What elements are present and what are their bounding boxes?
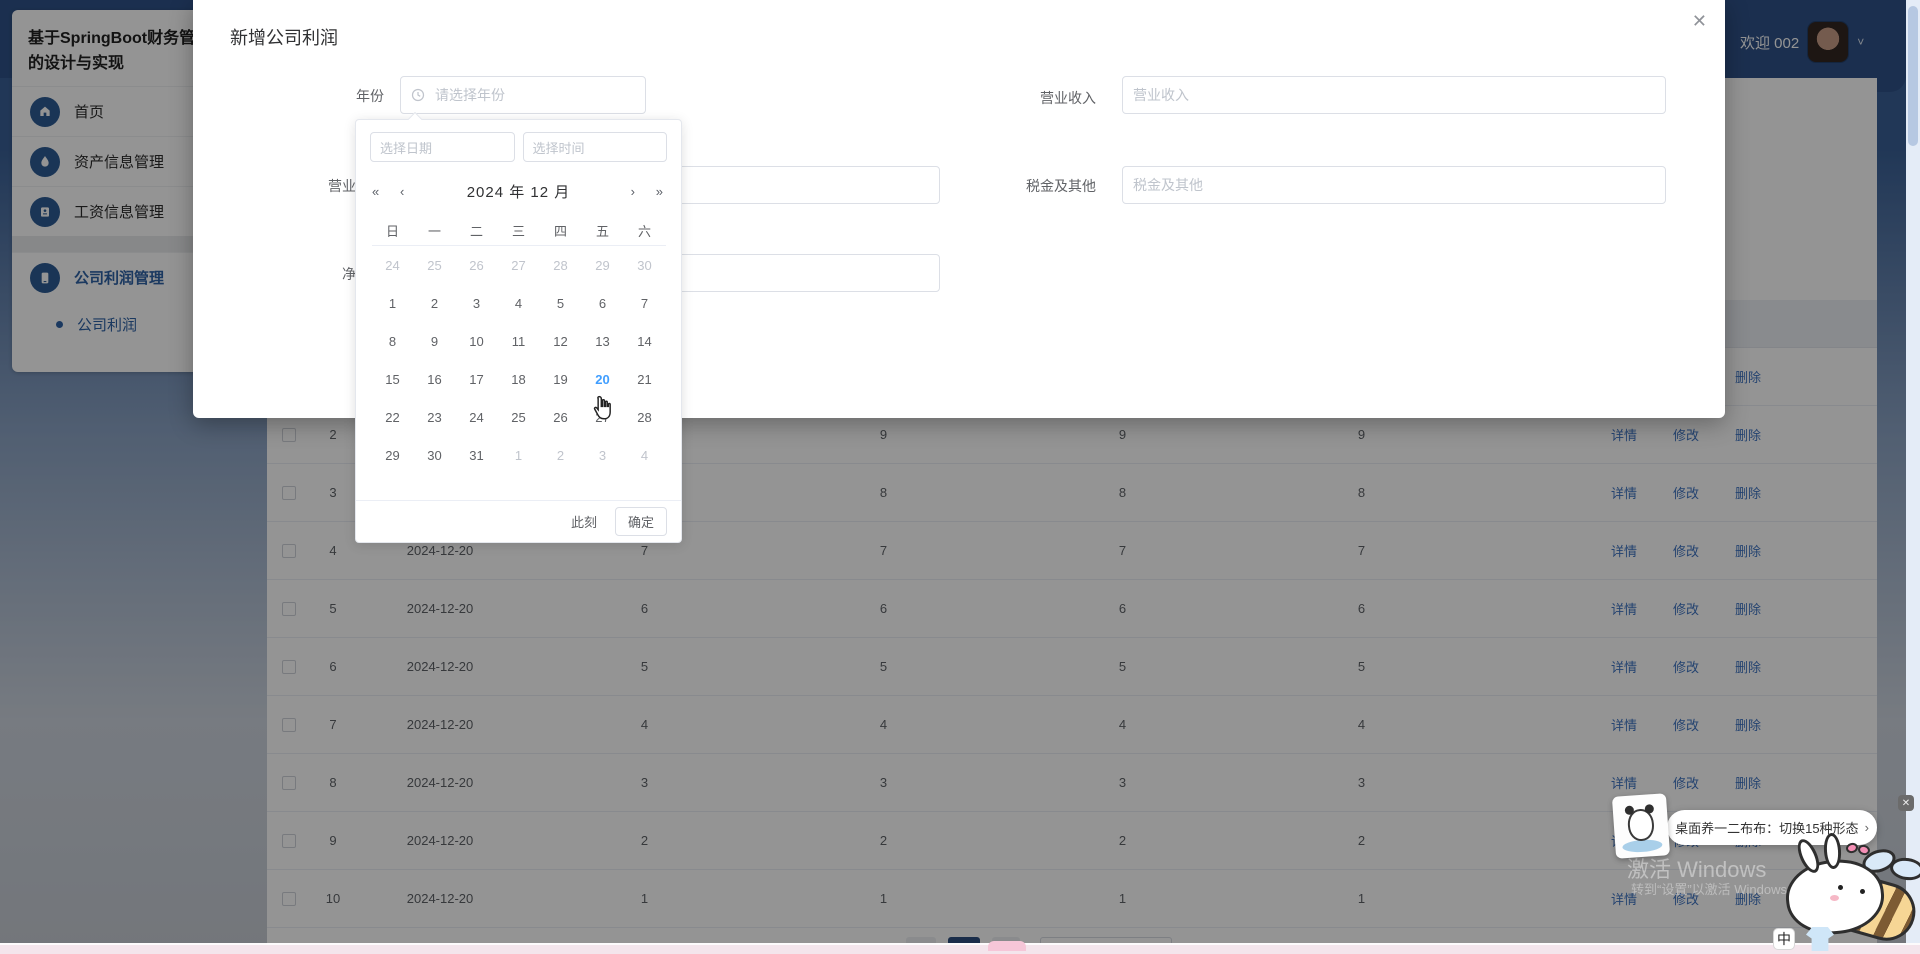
calendar-day[interactable]: 26	[456, 246, 498, 284]
year-input[interactable]: 请选择年份	[400, 76, 646, 114]
prev-month-button[interactable]: ‹	[400, 172, 404, 210]
calendar-day[interactable]: 6	[582, 284, 624, 322]
calendar-day[interactable]: 23	[414, 398, 456, 436]
calendar-day[interactable]: 2	[414, 284, 456, 322]
weekday-label: 四	[539, 216, 582, 246]
calendar-day[interactable]: 14	[624, 322, 666, 360]
next-year-button[interactable]: »	[656, 172, 663, 210]
picker-date-placeholder: 选择日期	[380, 140, 433, 156]
dialog-title: 新增公司利润	[230, 28, 338, 48]
calendar-day[interactable]: 13	[582, 322, 624, 360]
weekday-label: 六	[623, 216, 666, 246]
month-year-label[interactable]: 2024 年 12 月	[467, 181, 571, 202]
calendar-day[interactable]: 31	[456, 436, 498, 474]
weekday-label: 日	[371, 216, 414, 246]
calendar-day[interactable]: 16	[414, 360, 456, 398]
calendar-day[interactable]: 24	[456, 398, 498, 436]
calendar-day[interactable]: 22	[372, 398, 414, 436]
calendar-day[interactable]: 12	[540, 322, 582, 360]
picker-time-placeholder: 选择时间	[532, 140, 585, 156]
mouse-cursor	[593, 395, 611, 420]
weekday-label: 三	[497, 216, 540, 246]
calendar-day[interactable]: 10	[456, 322, 498, 360]
page-scrollbar[interactable]	[1906, 0, 1920, 954]
calendar-day[interactable]: 29	[582, 246, 624, 284]
tax-label: 税金及其他	[1026, 178, 1096, 194]
revenue-placeholder: 营业收入	[1133, 87, 1189, 103]
year-placeholder: 请选择年份	[435, 87, 505, 103]
tax-placeholder: 税金及其他	[1133, 177, 1203, 193]
calendar-day[interactable]: 30	[414, 436, 456, 474]
calendar-day[interactable]: 27	[498, 246, 540, 284]
picker-time-input[interactable]: 选择时间	[522, 132, 667, 162]
calendar-day[interactable]: 7	[624, 284, 666, 322]
clock-icon	[411, 88, 425, 102]
calendar-day[interactable]: 21	[624, 360, 666, 398]
calendar-day[interactable]: 26	[540, 398, 582, 436]
calendar-day[interactable]: 3	[456, 284, 498, 322]
scrollbar-thumb[interactable]	[1908, 6, 1918, 146]
calendar-day[interactable]: 4	[498, 284, 540, 322]
calendar-day[interactable]: 25	[414, 246, 456, 284]
calendar-grid: 日一二三四五六 24 25 26 27 28 29 30 1 2 3 4 5 6 7 8 9 10 11 12 13 14…	[371, 216, 666, 474]
calendar-day[interactable]: 3	[582, 436, 624, 474]
calendar-day[interactable]: 8	[372, 322, 414, 360]
calendar-day[interactable]: 1	[372, 284, 414, 322]
calendar-day[interactable]: 4	[624, 436, 666, 474]
calendar-day[interactable]: 5	[540, 284, 582, 322]
prev-year-button[interactable]: «	[372, 172, 379, 210]
year-label: 年份	[356, 88, 384, 104]
revenue-label: 营业收入	[1040, 90, 1096, 106]
calendar-day[interactable]: 1	[498, 436, 540, 474]
calendar-day[interactable]: 9	[414, 322, 456, 360]
datetime-picker-popup: 选择日期 选择时间 « ‹ 2024 年 12 月 › » 日一二三四五六 24 2…	[355, 111, 682, 543]
calendar-day[interactable]: 28	[624, 398, 666, 436]
calendar-day[interactable]: 18	[498, 360, 540, 398]
revenue-input[interactable]: 营业收入	[1122, 76, 1666, 114]
calendar-day[interactable]: 15	[372, 360, 414, 398]
calendar-day[interactable]: 11	[498, 322, 540, 360]
close-icon[interactable]: ✕	[1692, 12, 1707, 30]
calendar-day[interactable]: 25	[498, 398, 540, 436]
calendar-day[interactable]: 2	[540, 436, 582, 474]
calendar-day[interactable]: 17	[456, 360, 498, 398]
tax-input[interactable]: 税金及其他	[1122, 166, 1666, 204]
next-month-button[interactable]: ›	[631, 172, 635, 210]
now-button[interactable]: 此刻	[571, 512, 597, 531]
calendar-day[interactable]: 29	[372, 436, 414, 474]
weekday-label: 一	[413, 216, 456, 246]
weekday-label: 五	[581, 216, 624, 246]
calendar-day[interactable]: 24	[372, 246, 414, 284]
calendar-day[interactable]: 19	[540, 360, 582, 398]
picker-date-input[interactable]: 选择日期	[370, 132, 515, 162]
weekday-label: 二	[455, 216, 498, 246]
confirm-button[interactable]: 确定	[614, 507, 667, 536]
calendar-day[interactable]: 28	[540, 246, 582, 284]
calendar-day[interactable]: 30	[624, 246, 666, 284]
screen: 欢迎 002 ˅ 基于SpringBoot财务管理系统的设计与实现 首页 资产信…	[0, 0, 1920, 954]
